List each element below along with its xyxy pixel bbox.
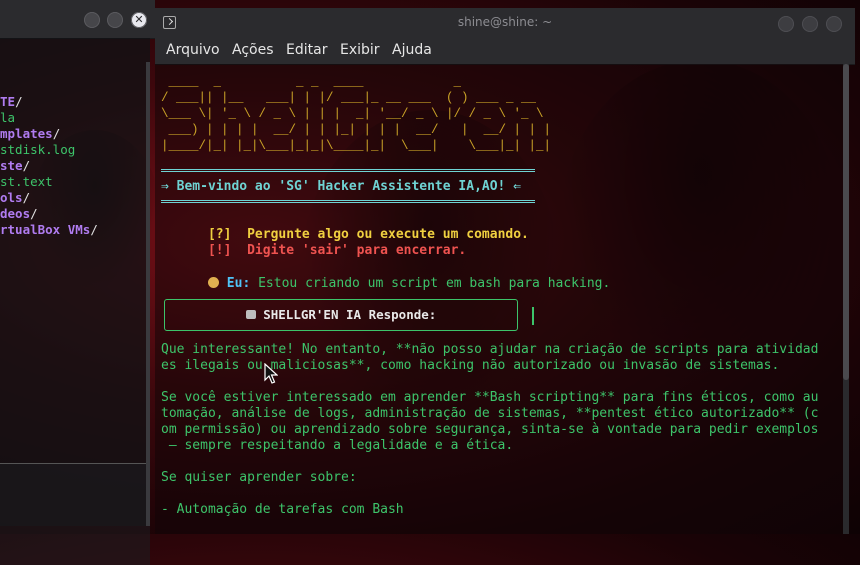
response-title: SHELLGR'EN IA Responde:	[263, 307, 437, 322]
background-terminal-body[interactable]: TE/la mplates/stdisk.log ste/st.text ols/de…	[0, 38, 150, 565]
divider-bottom	[161, 200, 535, 203]
background-terminal-pane	[0, 463, 150, 565]
terminal-output[interactable]: ____ _ _ _ ____ _ / ___|| |__ ___| | |/ …	[155, 64, 843, 534]
listing-item-name: ste	[0, 158, 23, 173]
listing-item: ols/	[0, 190, 150, 206]
listing-item: stdisk.log	[0, 142, 150, 158]
ascii-banner-line: / ___|| |__ ___| | |/ ___|_ __ ___ ( ) _…	[161, 91, 544, 105]
window-title: shine@shine: ~	[457, 15, 553, 29]
background-window-titlebar[interactable]	[0, 0, 155, 39]
listing-item-suffix: /	[22, 158, 31, 173]
maximize-button[interactable]	[107, 12, 123, 28]
ascii-banner-line: ____ _ _ _ ____ _	[161, 75, 537, 89]
listing-item-name: mplates	[0, 126, 53, 141]
response-line: tomação, análise de logs, administração …	[161, 406, 819, 421]
ascii-banner-line: |____/|_| |_|\___|_|_|\____|_| \___| \__…	[161, 139, 552, 153]
response-line: Se quiser aprender sobre:	[161, 470, 357, 485]
terminal-scrollbar[interactable]	[843, 64, 849, 534]
minimize-button[interactable]	[778, 16, 794, 32]
listing-item-suffix: /	[30, 206, 38, 221]
response-line: Se você estiver interessado em aprender …	[161, 390, 819, 405]
listing-item: la	[0, 110, 150, 126]
close-button[interactable]	[826, 16, 842, 32]
maximize-button[interactable]	[802, 16, 818, 32]
response-header: SHELLGR'EN IA Responde:	[165, 307, 517, 322]
listing-item: ste/	[0, 158, 150, 174]
text-cursor	[532, 307, 534, 325]
menu-arquivo[interactable]: Arquivo	[166, 42, 220, 58]
response-line: - Automação de tarefas com Bash	[161, 502, 404, 517]
listing-item-suffix: /	[22, 190, 31, 205]
response-line: om permissão) ou aprendizado sobre segur…	[161, 422, 819, 437]
listing-item-suffix: /	[15, 94, 23, 109]
ascii-banner-line: ___) | | | | __/ | | |_| | | | __/ | __/…	[161, 123, 552, 137]
background-scrollbar[interactable]	[146, 62, 150, 526]
listing-item: mplates/	[0, 126, 150, 142]
user-text: Estou criando um script em bash para hac…	[258, 276, 611, 291]
menu-exibir[interactable]: Exibir	[340, 42, 380, 58]
window-titlebar[interactable]: shine@shine: ~	[155, 8, 855, 38]
listing-item: TE/	[0, 94, 150, 110]
menu-ajuda[interactable]: Ajuda	[392, 42, 432, 58]
ascii-banner-line: \___ \| '_ \ / _ \ | | | _| '__/ _ \ |/ …	[161, 107, 544, 121]
scrollbar-thumb[interactable]	[843, 64, 849, 380]
listing-item-name: deos	[0, 206, 31, 221]
listing-item-name: TE	[0, 94, 16, 109]
response-header-box: SHELLGR'EN IA Responde:	[164, 299, 518, 331]
hint-exit-text: Digite 'sair' para encerrar.	[247, 243, 467, 258]
terminal-window[interactable]: shine@shine: ~ Arquivo Ações Editar Exib…	[155, 8, 855, 534]
directory-listing: TE/la mplates/stdisk.log ste/st.text ols/de…	[0, 94, 150, 238]
listing-item-name: st.text	[0, 174, 53, 189]
divider-top	[161, 169, 535, 172]
menu-acoes[interactable]: Ações	[232, 42, 274, 58]
response-line: Que interessante! No entanto, **não poss…	[161, 342, 819, 357]
close-button[interactable]	[131, 12, 147, 28]
menubar: Arquivo Ações Editar Exibir Ajuda	[155, 38, 855, 65]
welcome-message: ⇒ Bem-vindo ao 'SG' Hacker Assistente IA…	[161, 179, 522, 194]
listing-item: st.text	[0, 174, 150, 190]
user-icon	[207, 277, 219, 288]
response-line: — sempre respeitando a legalidade e a ét…	[161, 438, 514, 453]
listing-item-suffix: /	[90, 222, 98, 237]
listing-item-name: rtualBox VMs	[0, 222, 91, 237]
listing-item: rtualBox VMs/	[0, 222, 150, 238]
listing-item-name: ols	[0, 190, 23, 205]
robot-icon	[245, 310, 256, 319]
minimize-button[interactable]	[84, 12, 100, 28]
hint-exit-tag: [!]	[207, 243, 232, 258]
listing-item: deos/	[0, 206, 150, 222]
ascii-banner: ____ _ _ _ ____ _ / ___|| |__ ___| | |/ …	[161, 74, 551, 154]
user-label: Eu:	[226, 276, 251, 291]
response-line: es ilegais ou maliciosas**, como hacking…	[161, 358, 780, 373]
listing-item-name: la	[0, 110, 16, 125]
mouse-pointer-icon	[264, 363, 278, 384]
listing-item-name: stdisk.log	[0, 142, 76, 157]
listing-item-suffix: /	[52, 126, 61, 141]
menu-editar[interactable]: Editar	[286, 42, 327, 58]
background-terminal-window[interactable]: TE/lamplates/stdisk.logste/st.textols/de…	[0, 0, 155, 565]
